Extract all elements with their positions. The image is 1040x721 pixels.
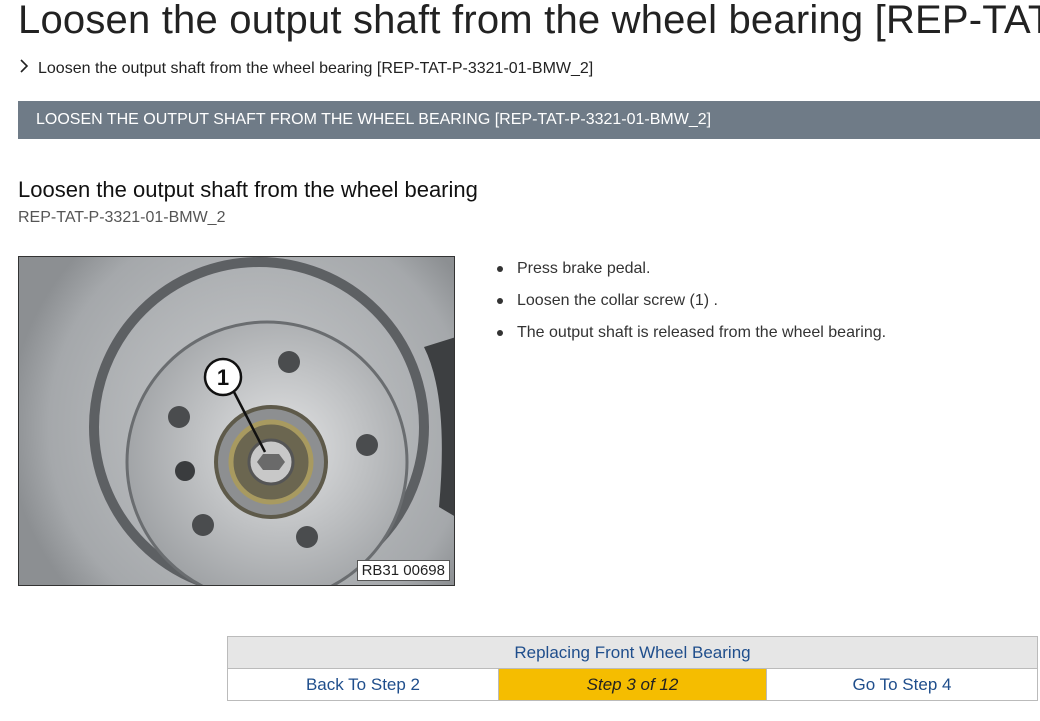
breadcrumb[interactable]: Loosen the output shaft from the wheel b…: [18, 59, 593, 78]
chevron-right-icon: [18, 59, 38, 78]
document-id: REP-TAT-P-3321-01-BMW_2: [18, 209, 226, 226]
figure-label: RB31 00698: [356, 560, 450, 581]
callout-1: 1: [217, 365, 229, 390]
wheel-hub-illustration: 1 RB31 00698: [18, 256, 455, 586]
bullet-icon: [497, 266, 503, 272]
back-step-link[interactable]: Back To Step 2: [227, 668, 499, 701]
page-title: Loosen the output shaft from the wheel b…: [18, 0, 1040, 42]
section-heading: Loosen the output shaft from the wheel b…: [18, 177, 478, 202]
procedure-title[interactable]: Replacing Front Wheel Bearing: [227, 636, 1038, 669]
step-navigation: Replacing Front Wheel Bearing Back To St…: [227, 636, 1038, 701]
current-step-indicator: Step 3 of 12: [498, 668, 767, 701]
instruction-item: Loosen the collar screw (1) .: [497, 290, 886, 322]
breadcrumb-label[interactable]: Loosen the output shaft from the wheel b…: [38, 60, 593, 77]
bullet-icon: [497, 330, 503, 336]
next-step-link[interactable]: Go To Step 4: [766, 668, 1038, 701]
bullet-icon: [497, 298, 503, 304]
instruction-item: Press brake pedal.: [497, 258, 886, 290]
instruction-item: The output shaft is released from the wh…: [497, 322, 886, 354]
instruction-list: Press brake pedal. Loosen the collar scr…: [497, 258, 886, 354]
section-bar: LOOSEN THE OUTPUT SHAFT FROM THE WHEEL B…: [18, 101, 1040, 139]
